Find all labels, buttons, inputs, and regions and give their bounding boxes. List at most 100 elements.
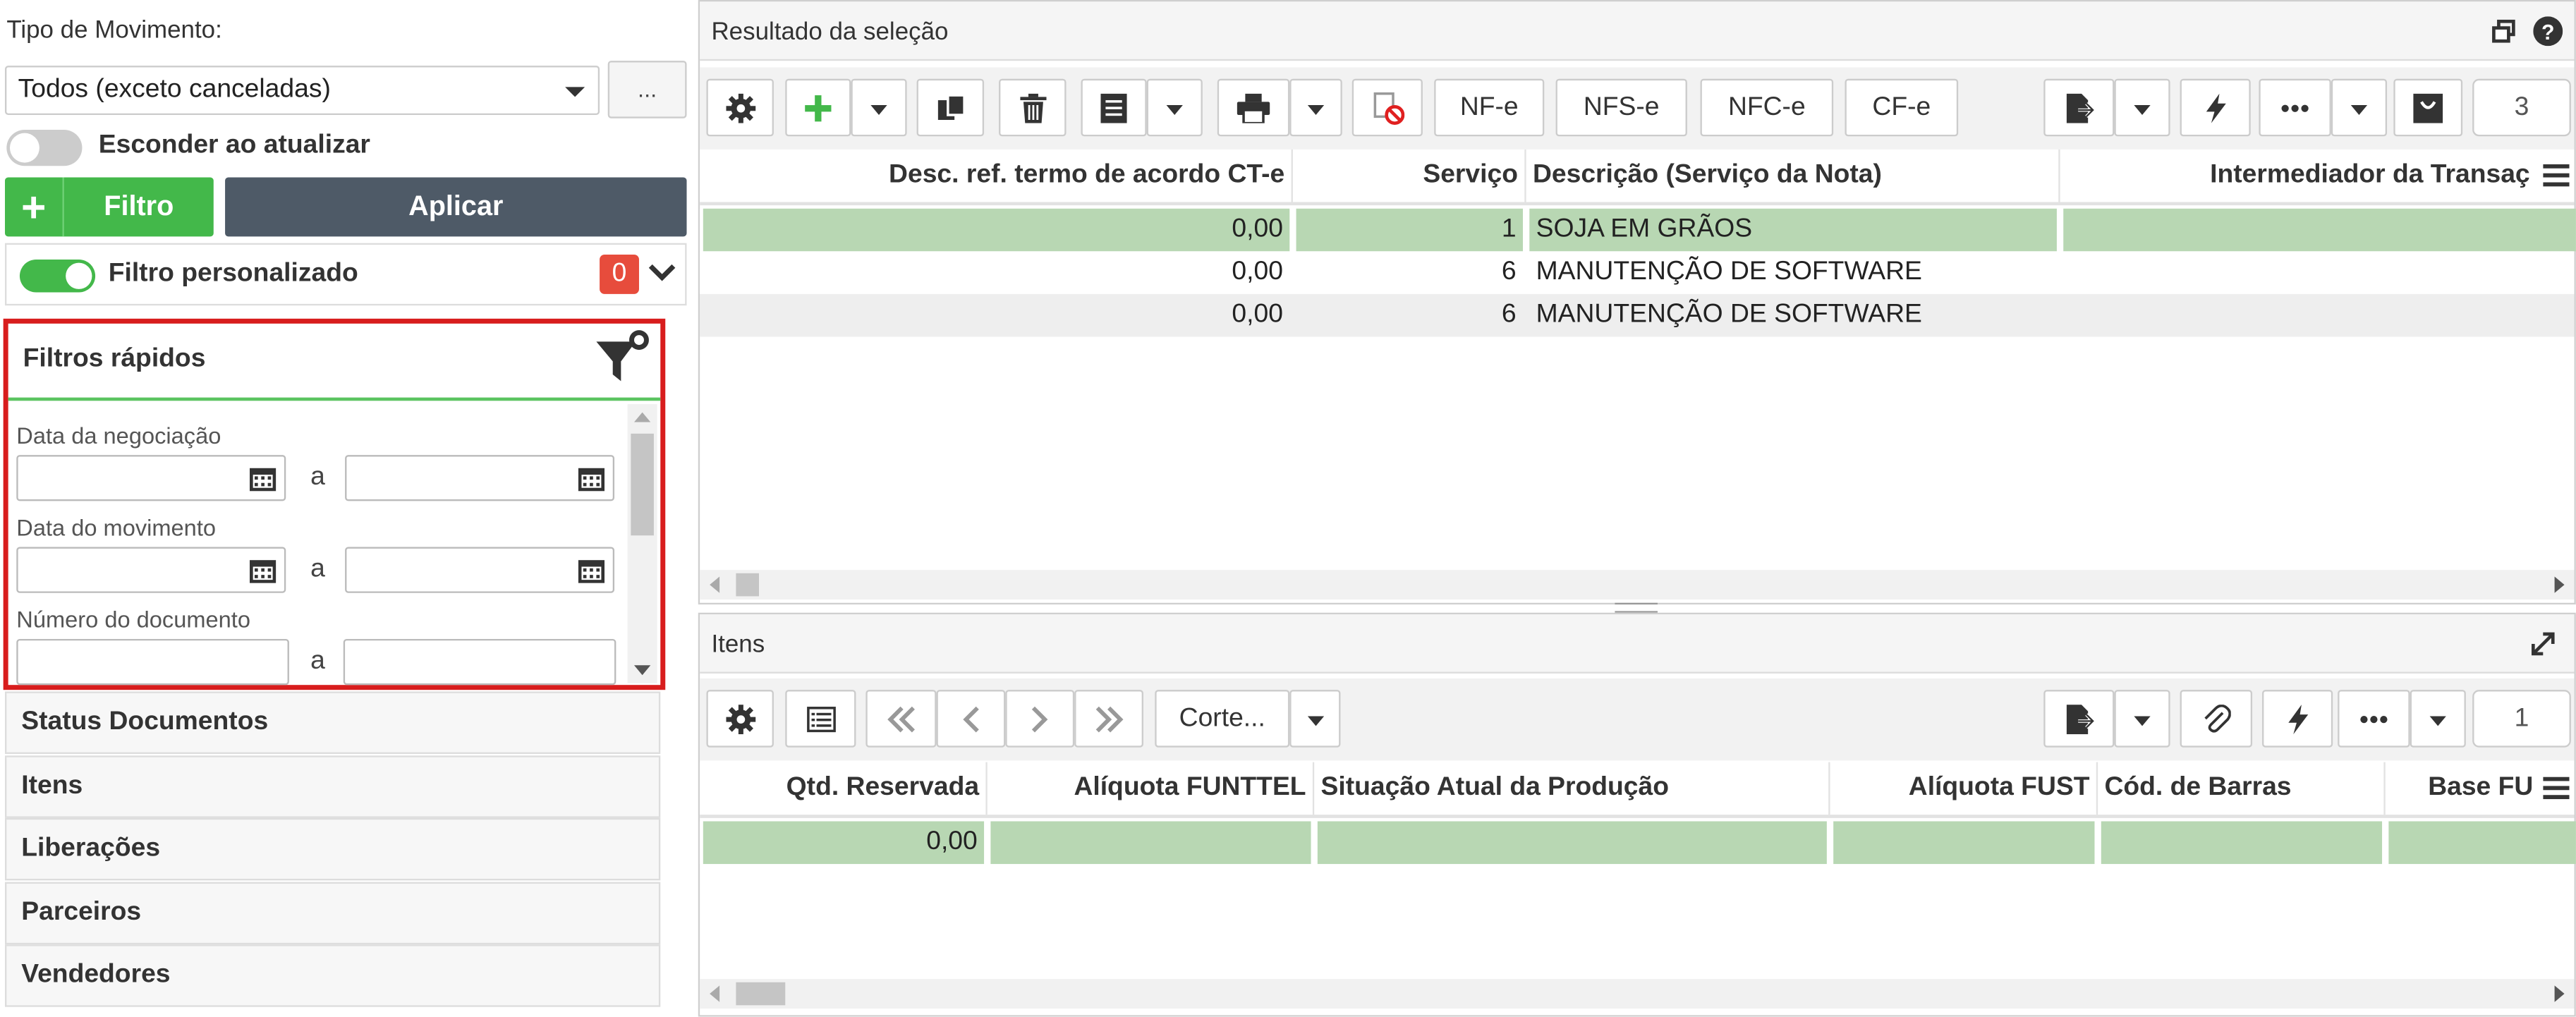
attachment-button[interactable] — [2180, 690, 2253, 748]
col-base-fu[interactable]: Base FU — [2386, 762, 2540, 815]
itens-settings-button[interactable] — [706, 690, 774, 748]
column-menu-icon[interactable] — [2543, 777, 2570, 800]
next-record-button[interactable] — [1005, 690, 1075, 748]
print-button[interactable] — [1217, 78, 1290, 137]
aplicar-button[interactable]: Aplicar — [225, 177, 687, 237]
calendar-icon[interactable] — [250, 466, 277, 492]
previous-record-button[interactable] — [936, 690, 1006, 748]
calendar-icon[interactable] — [250, 559, 277, 583]
itens-export-dropdown-button[interactable] — [2114, 690, 2170, 748]
copy-icon — [937, 93, 965, 119]
numero-documento-to[interactable] — [343, 638, 616, 686]
scroll-left-icon[interactable] — [710, 985, 720, 1002]
chevron-down-icon[interactable] — [645, 256, 679, 289]
calendar-icon[interactable] — [578, 559, 605, 583]
list-doc-icon — [1100, 92, 1127, 123]
table-row[interactable]: 0,00 6 MANUTENÇÃO DE SOFTWARE — [700, 293, 2575, 337]
export-dropdown-button[interactable] — [2114, 78, 2170, 137]
corte-button[interactable]: Corte... — [1155, 690, 1290, 748]
cfe-button[interactable]: CF-e — [1845, 78, 1959, 137]
funnel-settings-icon[interactable] — [593, 329, 649, 384]
itens-form-view-button[interactable] — [785, 690, 856, 748]
scroll-thumb[interactable] — [736, 982, 786, 1006]
scroll-right-icon[interactable] — [2554, 985, 2565, 1002]
table-row[interactable]: 0,00 1 SOJA EM GRÃOS — [700, 208, 2576, 252]
itens-actions-button[interactable] — [2262, 690, 2333, 748]
accordion-itens[interactable]: Itens — [4, 755, 661, 818]
quick-filters-scrollbar[interactable] — [627, 403, 657, 683]
first-record-button[interactable] — [865, 690, 937, 748]
export-doc-icon — [2065, 92, 2094, 123]
col-desc-ref[interactable]: Desc. ref. termo de acordo CT-e — [700, 149, 1293, 202]
result-horizontal-scrollbar[interactable] — [700, 570, 2575, 600]
column-menu-icon[interactable] — [2543, 164, 2570, 188]
cell-aliquota-fust — [1833, 821, 2095, 865]
col-qtd-reservada[interactable]: Qtd. Reservada — [700, 762, 988, 815]
expand-icon[interactable] — [2530, 631, 2556, 657]
nfe-button[interactable]: NF-e — [1434, 78, 1545, 137]
col-intermediador[interactable]: Intermediador da Transaç — [2060, 150, 2536, 202]
accordion-status-documentos[interactable]: Status Documentos — [4, 691, 661, 755]
data-negociacao-from[interactable] — [16, 455, 286, 501]
accordion-vendedores[interactable]: Vendedores — [4, 944, 661, 1007]
accordion-liberacoes[interactable]: Liberações — [4, 817, 661, 881]
col-cod-barras[interactable]: Cód. de Barras — [2098, 762, 2386, 815]
itens-horizontal-scrollbar[interactable] — [700, 979, 2575, 1009]
more-dropdown-button[interactable] — [2331, 78, 2388, 137]
result-count: 3 — [2472, 78, 2571, 137]
scroll-left-icon[interactable] — [710, 576, 720, 593]
table-row[interactable]: 0,00 — [700, 821, 2576, 865]
filtro-button[interactable]: + Filtro — [4, 177, 214, 237]
data-negociacao-to[interactable] — [345, 455, 615, 501]
cell-desc-ref: 0,00 — [1232, 257, 1283, 286]
range-separator: a — [310, 463, 325, 492]
tipo-movimento-select[interactable]: Todos (exceto canceladas) — [4, 66, 600, 116]
export-button[interactable] — [2043, 78, 2115, 137]
itens-more-button[interactable] — [2338, 690, 2410, 748]
data-movimento-to[interactable] — [345, 547, 615, 593]
col-servico[interactable]: Serviço — [1293, 149, 1526, 202]
data-movimento-from[interactable] — [16, 547, 286, 593]
scroll-thumb[interactable] — [631, 433, 654, 536]
col-aliquota-fust[interactable]: Alíquota FUST — [1830, 762, 2098, 815]
data-movimento-label: Data do movimento — [16, 513, 217, 541]
more-button[interactable] — [2259, 78, 2331, 137]
add-button[interactable] — [785, 78, 851, 137]
accordion-parceiros[interactable]: Parceiros — [4, 882, 661, 945]
tipo-movimento-more-button[interactable]: ... — [607, 61, 687, 118]
delete-button[interactable] — [999, 78, 1067, 137]
duplicate-button[interactable] — [916, 78, 985, 137]
caret-down-icon — [2134, 716, 2151, 726]
settings-button[interactable] — [706, 78, 774, 137]
scroll-thumb[interactable] — [736, 573, 759, 597]
report-button[interactable] — [1081, 78, 1147, 137]
cancel-doc-button[interactable] — [1351, 78, 1423, 137]
chevron-right-icon — [1031, 705, 1048, 732]
scroll-right-icon[interactable] — [2554, 576, 2565, 593]
col-aliquota-funttel[interactable]: Alíquota FUNTTEL — [988, 762, 1315, 815]
panel-splitter-handle[interactable] — [1615, 602, 1658, 613]
filtro-personalizado-toggle[interactable] — [19, 259, 96, 293]
bag-button[interactable] — [2393, 78, 2463, 137]
calendar-icon[interactable] — [578, 466, 605, 492]
report-dropdown-button[interactable] — [1146, 78, 1203, 137]
itens-export-button[interactable] — [2043, 690, 2115, 748]
corte-dropdown-button[interactable] — [1289, 690, 1341, 748]
help-icon[interactable]: ? — [2533, 16, 2563, 47]
col-situacao-producao[interactable]: Situação Atual da Produção — [1314, 762, 1830, 815]
scroll-down-icon[interactable] — [633, 665, 651, 676]
last-record-button[interactable] — [1074, 690, 1143, 748]
nfce-button[interactable]: NFC-e — [1700, 78, 1834, 137]
nfse-button[interactable]: NFS-e — [1555, 78, 1687, 137]
numero-documento-from[interactable] — [16, 638, 289, 686]
col-descricao[interactable]: Descrição (Serviço da Nota) — [1526, 149, 2060, 202]
scroll-up-icon[interactable] — [633, 412, 651, 422]
itens-more-dropdown-button[interactable] — [2410, 690, 2466, 748]
table-row[interactable]: 0,00 6 MANUTENÇÃO DE SOFTWARE — [700, 251, 2575, 294]
add-dropdown-button[interactable] — [851, 78, 907, 137]
restore-window-icon[interactable] — [2491, 18, 2517, 44]
print-dropdown-button[interactable] — [1289, 78, 1342, 137]
actions-button[interactable] — [2180, 78, 2251, 137]
esconder-toggle[interactable] — [6, 129, 83, 166]
cell-descricao: SOJA EM GRÃOS — [1529, 208, 2057, 252]
